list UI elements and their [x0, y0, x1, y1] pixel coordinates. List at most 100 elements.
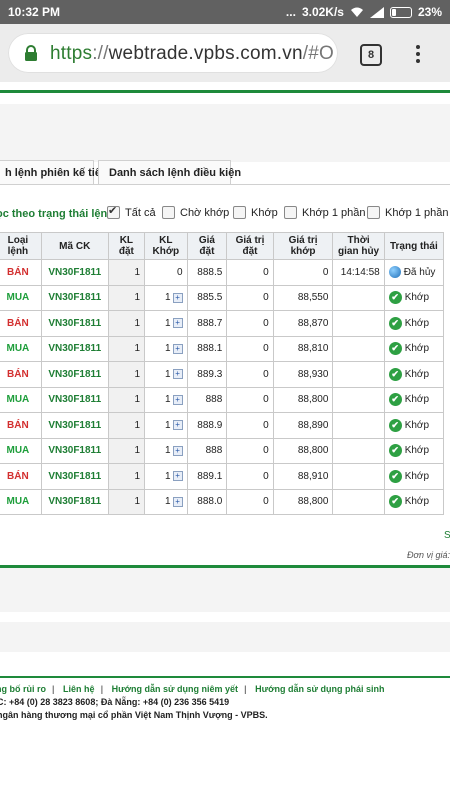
check-circle-icon: ✔ — [388, 291, 402, 305]
checkbox-pending[interactable] — [162, 206, 175, 219]
order-price: 888.0 — [186, 488, 228, 515]
tab-switcher-button[interactable]: 8 — [360, 44, 382, 66]
gray-panel — [0, 568, 450, 612]
filter-partial[interactable]: Khớp 1 phần — [284, 206, 366, 219]
network-speed: 3.02K/s — [301, 5, 344, 19]
order-price: 885.5 — [186, 284, 228, 311]
filter-all[interactable]: Tất cả — [107, 204, 156, 219]
table-row[interactable]: BÁN VN30F1811 1 1 +889.3 0 88,930 ✔ Khớp — [0, 361, 445, 388]
col-symbol[interactable]: Mã CK — [40, 232, 109, 260]
table-row[interactable]: MUA VN30F1811 1 1 +888 0 88,800 ✔ Khớp — [0, 437, 445, 464]
expand-plus-icon[interactable]: + — [172, 369, 183, 380]
table-row[interactable]: MUA VN30F1811 1 1 +888 0 88,800 ✔ Khớp — [0, 386, 445, 413]
order-value: 0 — [226, 463, 274, 490]
order-side: BÁN — [0, 259, 42, 286]
status-label: Khớp — [404, 317, 430, 329]
expand-plus-icon[interactable]: + — [172, 318, 183, 329]
table-row[interactable]: BÁN VN30F1811 1 1 +889.1 0 88,910 ✔ Khớp — [0, 463, 445, 490]
footer-link-derivatives-guide[interactable]: Hướng dẫn sử dụng phái sinh — [255, 684, 384, 694]
footer-link-risk[interactable]: ng bố rủi ro — [0, 684, 46, 694]
tab-conditional-orders[interactable]: Danh sách lệnh điều kiện — [98, 160, 241, 184]
order-qty: 1 — [107, 386, 146, 413]
order-status: ✔ Khớp — [383, 386, 445, 413]
filter-partial-cancelled[interactable]: Khớp 1 phần đã — [367, 206, 450, 219]
order-qty: 1 — [107, 361, 146, 388]
match-value: 88,810 — [272, 335, 334, 362]
col-qty[interactable]: KL đặt — [107, 232, 146, 260]
table-row[interactable]: BÁN VN30F1811 1 1 +888.9 0 88,890 ✔ Khớp — [0, 412, 445, 439]
table-row[interactable]: MUA VN30F1811 1 1 +888.1 0 88,810 ✔ Khớp — [0, 335, 445, 362]
footer-divider — [0, 676, 450, 678]
status-filter: ọc theo trạng thái lệnh Tất cả Chờ khớp … — [0, 204, 450, 224]
tab-next-session-orders[interactable]: h lệnh phiên kế tiếp — [0, 160, 108, 184]
order-qty: 1 — [107, 335, 146, 362]
browser-toolbar: https://webtrade.vpbs.com.vn/#O 8 — [0, 24, 450, 82]
order-qty: 1 — [107, 488, 146, 515]
expand-plus-icon[interactable]: + — [172, 420, 183, 431]
col-status[interactable]: Trạng thái — [383, 232, 445, 260]
top-divider — [0, 90, 450, 93]
expand-plus-icon[interactable]: + — [172, 394, 183, 405]
col-price[interactable]: Giá đặt — [186, 232, 228, 260]
address-bar[interactable]: https://webtrade.vpbs.com.vn/#O — [8, 33, 338, 73]
symbol: VN30F1811 — [40, 335, 109, 362]
checkbox-matched[interactable] — [233, 206, 246, 219]
symbol: VN30F1811 — [40, 361, 109, 388]
col-matched-qty[interactable]: KL Khớp — [144, 232, 188, 260]
expand-plus-icon[interactable]: + — [172, 471, 183, 482]
table-row[interactable]: MUA VN30F1811 1 1 +888.0 0 88,800 ✔ Khớp — [0, 488, 445, 515]
notification-dots: ... — [285, 5, 296, 19]
cancel-time — [332, 335, 385, 362]
overflow-menu-icon[interactable] — [408, 43, 428, 65]
checkbox-partial[interactable] — [284, 206, 297, 219]
status-label: Đã hủy — [403, 266, 436, 278]
col-order-value[interactable]: Giá trị đặt — [226, 232, 274, 260]
checkbox-partial-cancelled[interactable] — [367, 206, 380, 219]
status-label: Khớp — [404, 419, 430, 431]
status-label: Khớp — [404, 470, 430, 482]
expand-plus-icon[interactable]: + — [172, 445, 183, 456]
check-circle-icon: ✔ — [388, 495, 402, 509]
tab-divider — [0, 184, 450, 185]
matched-qty-value: 1 — [164, 419, 171, 431]
pager-link[interactable]: S — [444, 530, 450, 541]
matched-qty-value: 1 — [164, 317, 171, 329]
matched-qty-value: 0 — [176, 266, 183, 278]
table-row[interactable]: BÁN VN30F1811 1 1 +888.7 0 88,870 ✔ Khớp — [0, 310, 445, 337]
order-side: MUA — [0, 437, 42, 464]
footer-link-listed-guide[interactable]: Hướng dẫn sử dụng niêm yết — [112, 684, 238, 694]
battery-icon — [389, 6, 412, 18]
col-match-value[interactable]: Giá trị khớp — [272, 232, 334, 260]
order-side: MUA — [0, 386, 42, 413]
filter-matched[interactable]: Khớp — [233, 206, 278, 219]
order-price: 888.1 — [186, 335, 228, 362]
symbol: VN30F1811 — [40, 259, 109, 286]
price-unit-note: Đơn vị giá: — [407, 550, 450, 560]
order-side: MUA — [0, 488, 42, 515]
order-status: ✔ Khớp — [383, 488, 445, 515]
expand-plus-icon[interactable]: + — [172, 292, 183, 303]
expand-plus-icon[interactable]: + — [172, 496, 183, 507]
match-value: 88,930 — [272, 361, 334, 388]
footer-link-contact[interactable]: Liên hệ — [63, 684, 95, 694]
footer-company: ngân hàng thương mại cổ phần Việt Nam Th… — [0, 710, 268, 720]
lock-icon — [25, 45, 37, 61]
table-row[interactable]: BÁN VN30F1811 1 0 888.5 0 0 14:14:58 Đã hủy — [0, 259, 445, 286]
matched-qty: 0 — [144, 259, 188, 286]
order-price: 888 — [186, 437, 228, 464]
battery-level: 23% — [417, 5, 442, 19]
table-row[interactable]: MUA VN30F1811 1 1 +885.5 0 88,550 ✔ Khớp — [0, 284, 445, 311]
order-status: ✔ Khớp — [383, 437, 445, 464]
check-circle-icon: ✔ — [388, 444, 402, 458]
matched-qty: 1 + — [144, 412, 188, 439]
expand-plus-icon[interactable]: + — [172, 343, 183, 354]
filter-pending[interactable]: Chờ khớp — [162, 206, 229, 219]
order-price: 889.3 — [186, 361, 228, 388]
checkbox-all[interactable] — [107, 204, 120, 219]
col-cancel-time[interactable]: Thời gian hủy — [332, 232, 385, 260]
matched-qty: 1 + — [144, 386, 188, 413]
order-side: BÁN — [0, 361, 42, 388]
cancel-time — [332, 310, 385, 337]
order-side: BÁN — [0, 310, 42, 337]
col-order-type[interactable]: Loại lệnh — [0, 232, 42, 260]
